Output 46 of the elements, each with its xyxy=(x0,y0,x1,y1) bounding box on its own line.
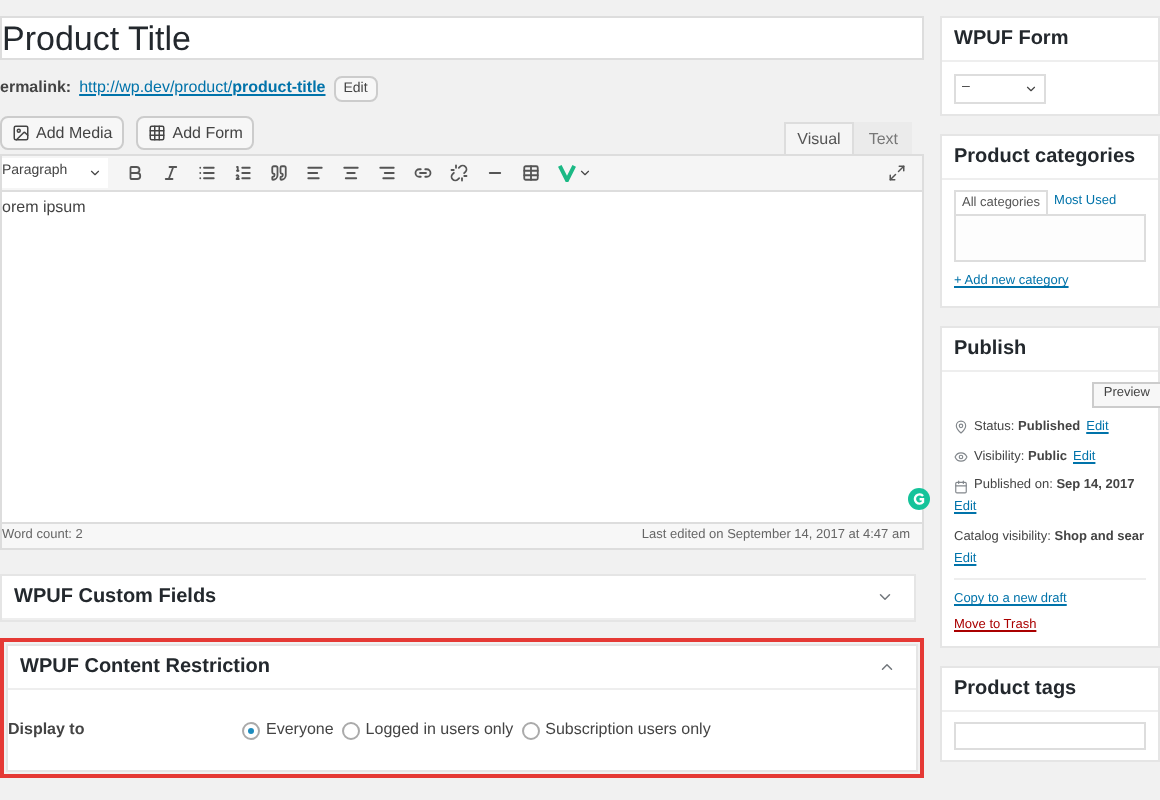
box-title: Product categories xyxy=(954,144,1136,172)
title-input-field[interactable]: Product Title xyxy=(0,16,924,60)
grammar-check-icon[interactable] xyxy=(908,488,930,510)
caret-icon[interactable] xyxy=(577,166,592,180)
bold-icon[interactable] xyxy=(125,164,144,182)
radio-option[interactable]: Subscription users only xyxy=(521,718,711,742)
editor-tab[interactable]: Visual xyxy=(783,122,855,154)
align-right-icon[interactable] xyxy=(377,164,396,182)
box-title: WPUF Content Restriction xyxy=(20,654,270,682)
image-icon xyxy=(12,124,30,142)
fullscreen-icon[interactable] xyxy=(888,164,906,182)
tag-input-field[interactable] xyxy=(954,721,1146,750)
permalink-link[interactable]: http://wp.dev/product/product-title xyxy=(79,76,326,100)
link-icon[interactable] xyxy=(413,164,432,182)
caret-icon xyxy=(87,166,102,180)
grid-icon xyxy=(148,124,167,142)
media-button[interactable]: Add Media xyxy=(0,116,125,150)
box-title: Publish xyxy=(954,335,1027,364)
editor-content-area[interactable]: orem ipsum xyxy=(0,192,924,522)
radio-option[interactable]: Logged in users only xyxy=(341,718,514,742)
quote-icon[interactable] xyxy=(269,164,288,182)
table-icon[interactable] xyxy=(521,164,540,182)
box-title: Product tags xyxy=(954,675,1077,704)
display-to-label: Display to xyxy=(8,718,87,742)
eye-icon xyxy=(954,449,968,464)
bulleted-list-icon[interactable] xyxy=(197,164,216,182)
align-left-icon[interactable] xyxy=(305,164,324,182)
radio-button[interactable] xyxy=(341,721,360,739)
editor-tab[interactable]: Text xyxy=(854,122,912,154)
calendar-icon xyxy=(954,479,968,494)
italic-icon[interactable] xyxy=(161,164,180,182)
numbered-list-icon[interactable] xyxy=(233,164,252,182)
caret-icon xyxy=(1024,81,1038,95)
box-title: WPUF Form xyxy=(954,26,1069,54)
permalink-label: ermalink: xyxy=(0,76,72,100)
collapse-icon[interactable] xyxy=(878,658,896,676)
media-button[interactable]: Add Form xyxy=(136,116,255,150)
radio-button[interactable] xyxy=(521,721,540,739)
editor-text: orem ipsum xyxy=(2,198,86,216)
align-center-icon[interactable] xyxy=(341,164,360,182)
radio-option[interactable]: Everyone xyxy=(242,718,334,742)
radio-button[interactable] xyxy=(242,721,260,739)
pin-icon xyxy=(954,420,968,435)
expand-icon[interactable] xyxy=(876,588,894,606)
unlink-icon[interactable] xyxy=(449,164,468,182)
box-title: WPUF Custom Fields xyxy=(14,584,217,612)
